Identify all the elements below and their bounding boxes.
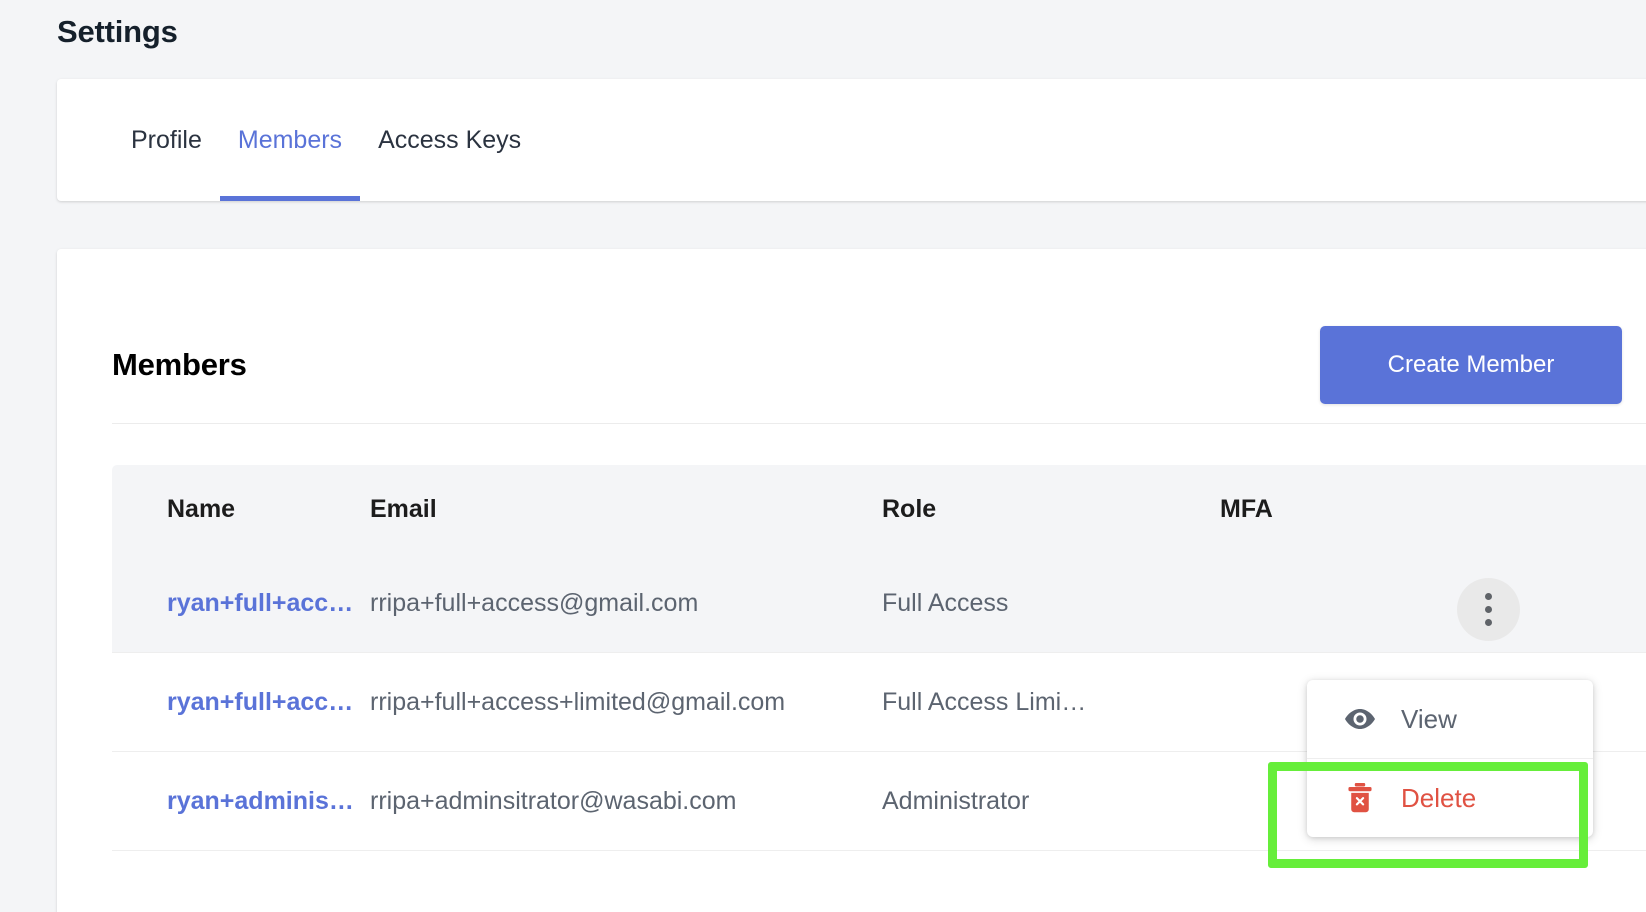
- member-email-cell: rripa+adminsitrator@wasabi.com: [370, 787, 882, 816]
- row-actions-menu: View Delete: [1307, 680, 1593, 837]
- tab-access-keys[interactable]: Access Keys: [360, 79, 539, 201]
- member-role-cell: Full Access Limi…: [882, 688, 1220, 717]
- member-role-text: Full Access Limi…: [882, 687, 1087, 716]
- member-email-text: rripa+full+access@gmail.com: [370, 588, 699, 617]
- trash-icon: [1345, 783, 1375, 813]
- member-email-cell: rripa+full+access@gmail.com: [370, 589, 882, 618]
- section-title: Members: [112, 347, 247, 382]
- member-name-cell: ryan+full+acces…: [112, 589, 370, 618]
- tab-members-label: Members: [237, 125, 343, 154]
- table-row[interactable]: [112, 850, 1646, 912]
- menu-item-delete[interactable]: Delete: [1307, 759, 1593, 837]
- tab-members[interactable]: Members: [219, 79, 361, 201]
- column-header-mfa: MFA: [1220, 494, 1273, 523]
- page-title: Settings: [57, 14, 178, 49]
- member-name-link[interactable]: ryan+administra…: [167, 787, 356, 816]
- row-actions-kebab-button[interactable]: [1457, 578, 1520, 641]
- menu-item-delete-label: Delete: [1401, 782, 1477, 813]
- member-role-cell: Full Access: [882, 589, 1220, 618]
- tab-profile[interactable]: Profile: [113, 79, 220, 201]
- more-vertical-icon: [1485, 606, 1492, 613]
- column-header-email: Email: [370, 494, 437, 523]
- settings-page: Settings Profile Members Access Keys Mem…: [0, 0, 1646, 912]
- more-vertical-icon: [1485, 619, 1492, 626]
- eye-icon: [1345, 704, 1375, 734]
- more-vertical-icon: [1485, 593, 1492, 600]
- members-section-header: Members Create Member: [112, 309, 1622, 421]
- tab-bar-card: Profile Members Access Keys: [57, 79, 1646, 201]
- section-divider: [112, 423, 1646, 424]
- member-email-text: rripa+adminsitrator@wasabi.com: [370, 786, 737, 815]
- tab-profile-label: Profile: [131, 125, 202, 154]
- menu-item-view-label: View: [1401, 703, 1457, 734]
- member-name-link[interactable]: ryan+full+acces…: [167, 688, 356, 717]
- member-role-cell: Administrator: [882, 787, 1220, 816]
- table-row[interactable]: ryan+full+acces… rripa+full+access@gmail…: [112, 553, 1646, 652]
- member-role-text: Full Access: [882, 588, 1009, 617]
- member-name-cell: ryan+full+acces…: [112, 688, 370, 717]
- table-header-row: Name Email Role MFA: [112, 465, 1646, 553]
- tab-access-keys-label: Access Keys: [378, 125, 522, 154]
- member-email-text: rripa+full+access+limited@gmail.com: [370, 687, 786, 716]
- member-role-text: Administrator: [882, 786, 1030, 815]
- column-header-name: Name: [167, 494, 236, 523]
- member-name-cell: ryan+administra…: [112, 787, 370, 816]
- member-email-cell: rripa+full+access+limited@gmail.com: [370, 688, 882, 717]
- tab-list: Profile Members Access Keys: [57, 79, 539, 201]
- member-name-link[interactable]: ryan+full+acces…: [167, 589, 356, 618]
- create-member-button[interactable]: Create Member: [1320, 326, 1622, 404]
- menu-item-view[interactable]: View: [1307, 680, 1593, 758]
- column-header-role: Role: [882, 494, 937, 523]
